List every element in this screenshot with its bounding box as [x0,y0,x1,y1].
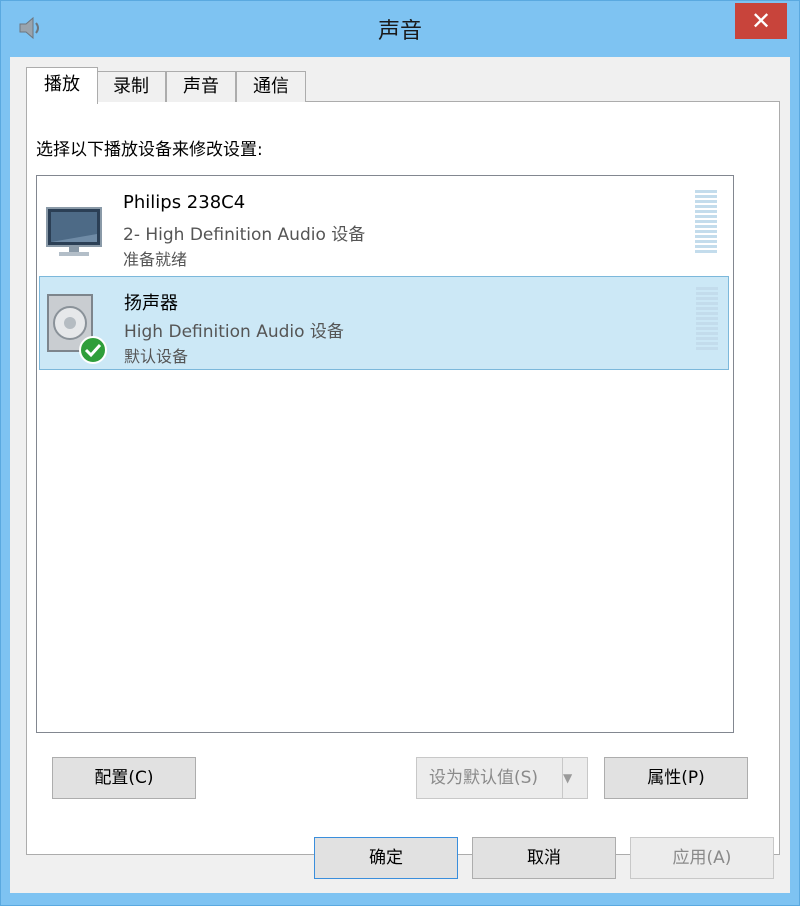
device-status: 准备就绪 [123,250,188,269]
monitor-icon [46,207,102,256]
set-default-split-button[interactable]: 设为默认值(S) ▼ [416,757,588,799]
check-icon [79,336,107,364]
device-list[interactable]: Philips 238C4 2- High Definition Audio 设… [36,175,734,733]
instruction-text: 选择以下播放设备来修改设置: [36,140,263,160]
device-status: 默认设备 [124,347,189,366]
set-default-label: 设为默认值(S) [429,768,539,788]
close-button[interactable]: ✕ [735,3,787,39]
tab-communications[interactable]: 通信 [236,71,306,102]
tab-recording[interactable]: 录制 [96,71,166,102]
ok-button[interactable]: 确定 [314,837,458,879]
apply-button[interactable]: 应用(A) [630,837,774,879]
volume-meter [695,190,717,254]
configure-button[interactable]: 配置(C) [52,757,196,799]
device-name: 扬声器 [124,293,178,314]
device-description: 2- High Definition Audio 设备 [123,225,366,245]
volume-meter [696,287,718,351]
sound-dialog: 声音 ✕ 播放 录制 声音 通信 选择以下播放设备来修改设置: Philips … [0,0,800,906]
tab-playback[interactable]: 播放 [26,67,98,104]
title-bar[interactable]: 声音 ✕ [1,1,799,57]
chevron-down-icon[interactable]: ▼ [562,758,587,798]
device-description: High Definition Audio 设备 [124,322,344,342]
tab-sounds[interactable]: 声音 [166,71,236,102]
device-name: Philips 238C4 [123,192,246,213]
dialog-body: 播放 录制 声音 通信 选择以下播放设备来修改设置: Philips 238C4… [10,57,790,893]
cancel-button[interactable]: 取消 [472,837,616,879]
device-item-speakers[interactable]: 扬声器 High Definition Audio 设备 默认设备 [39,276,729,370]
device-item-philips[interactable]: Philips 238C4 2- High Definition Audio 设… [39,180,727,272]
properties-button[interactable]: 属性(P) [604,757,748,799]
window-title: 声音 [377,19,422,44]
